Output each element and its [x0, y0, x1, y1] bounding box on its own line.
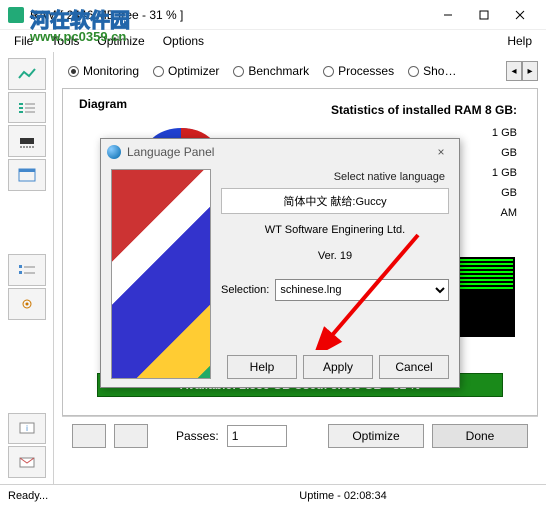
select-language-label: Select native language — [221, 169, 449, 185]
sidebar-mail-icon[interactable] — [8, 446, 46, 478]
tab-strip: Monitoring Optimizer Benchmark Processes… — [62, 58, 538, 84]
tab-optimizer[interactable]: Optimizer — [147, 64, 225, 78]
titlebar: RAM [ 2446 MB free - 31 % ] — [0, 0, 546, 30]
sidebar-list-icon[interactable] — [8, 92, 46, 124]
close-button[interactable] — [502, 1, 538, 29]
tab-scroll-left[interactable]: ◂ — [506, 61, 522, 81]
tab-scroll-right[interactable]: ▸ — [522, 61, 538, 81]
diagram-label: Diagram — [79, 97, 127, 111]
dialog-apply-button[interactable]: Apply — [303, 355, 373, 379]
dialog-titlebar: Language Panel × — [101, 139, 459, 165]
minimize-button[interactable] — [430, 1, 466, 29]
globe-icon — [107, 145, 121, 159]
stat-row: AM — [501, 207, 518, 219]
svg-text:i: i — [26, 424, 28, 433]
lang-info-1: 简体中文 献给:Guccy — [221, 188, 449, 214]
status-uptime: Uptime - 02:08:34 — [148, 490, 538, 502]
tab-benchmark[interactable]: Benchmark — [227, 64, 315, 78]
sidebar-tasks-icon[interactable] — [8, 254, 46, 286]
language-dialog: Language Panel × Select native language … — [100, 138, 460, 388]
tab-processes[interactable]: Processes — [317, 64, 400, 78]
dialog-title: Language Panel — [127, 145, 214, 159]
bottom-btn-2[interactable] — [114, 424, 148, 448]
stats-title: Statistics of installed RAM 8 GB: — [331, 103, 517, 117]
tab-monitoring[interactable]: Monitoring — [62, 64, 145, 78]
usage-graph — [457, 257, 515, 337]
optimize-button[interactable]: Optimize — [328, 424, 424, 448]
bottom-btn-1[interactable] — [72, 424, 106, 448]
dialog-close-button[interactable]: × — [429, 142, 453, 162]
app-icon — [8, 7, 24, 23]
selection-label: Selection: — [221, 284, 269, 296]
menu-file[interactable]: File — [6, 32, 41, 50]
stat-row: GB — [501, 147, 517, 159]
dialog-cancel-button[interactable]: Cancel — [379, 355, 449, 379]
passes-label: Passes: — [176, 429, 219, 443]
bottom-bar: Passes: 1 Optimize Done — [62, 416, 538, 454]
sidebar-ram-icon[interactable] — [8, 125, 46, 157]
stat-row: 1 GB — [492, 127, 517, 139]
lang-info-2: WT Software Enginering Ltd. — [221, 220, 449, 240]
stat-row: GB — [501, 187, 517, 199]
sidebar-info-icon[interactable]: i — [8, 413, 46, 445]
menu-help[interactable]: Help — [499, 32, 540, 50]
tab-short[interactable]: Sho… — [402, 64, 462, 78]
passes-spinner[interactable]: 1 — [227, 425, 287, 447]
menu-options[interactable]: Options — [155, 32, 212, 50]
dialog-help-button[interactable]: Help — [227, 355, 297, 379]
maximize-button[interactable] — [466, 1, 502, 29]
sidebar-window-icon[interactable] — [8, 159, 46, 191]
lang-info-3: Ver. 19 — [221, 246, 449, 266]
menu-tools[interactable]: Tools — [43, 32, 87, 50]
status-bar: Ready... Uptime - 02:08:34 — [0, 484, 546, 506]
menubar: File Tools Optimize Options Help — [0, 30, 546, 52]
sidebar-chart-icon[interactable] — [8, 58, 46, 90]
menu-optimize[interactable]: Optimize — [89, 32, 152, 50]
status-ready: Ready... — [8, 490, 128, 502]
sidebar: i — [0, 52, 54, 484]
window-title: RAM [ 2446 MB free - 31 % ] — [30, 8, 430, 22]
sidebar-gear-icon[interactable] — [8, 288, 46, 320]
done-button[interactable]: Done — [432, 424, 528, 448]
stat-row: 1 GB — [492, 167, 517, 179]
language-select[interactable]: schinese.lng — [275, 279, 449, 301]
flags-image — [111, 169, 211, 379]
